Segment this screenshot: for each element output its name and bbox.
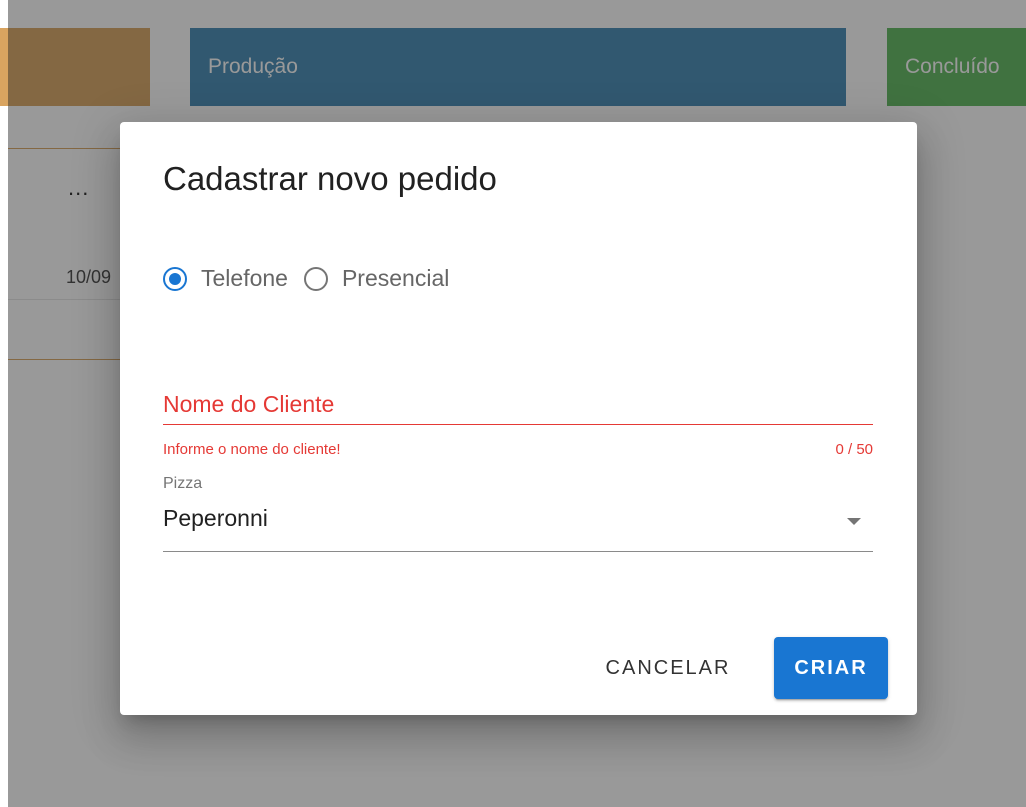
cancel-button[interactable]: CANCELAR xyxy=(593,637,743,699)
new-order-dialog: Cadastrar novo pedido Telefone Presencia… xyxy=(120,122,917,715)
customer-name-error: Informe o nome do cliente! xyxy=(163,441,341,458)
radio-checked-icon[interactable] xyxy=(163,266,187,291)
customer-name-counter: 0 / 50 xyxy=(835,441,873,458)
customer-name-hint-row: Informe o nome do cliente! 0 / 50 xyxy=(163,441,873,458)
customer-name-input[interactable] xyxy=(163,384,873,425)
radio-label-telefone[interactable]: Telefone xyxy=(201,265,288,292)
order-type-radio-group: Telefone Presencial xyxy=(163,265,465,292)
radio-unchecked-icon[interactable] xyxy=(303,266,328,291)
radio-telefone[interactable]: Telefone xyxy=(163,265,288,292)
create-button[interactable]: CRIAR xyxy=(774,637,888,699)
dialog-title: Cadastrar novo pedido xyxy=(163,160,497,197)
radio-presencial[interactable]: Presencial xyxy=(303,265,449,292)
pizza-select-value[interactable]: Peperonni xyxy=(163,505,268,532)
pizza-select-label: Pizza xyxy=(163,475,203,492)
radio-label-presencial[interactable]: Presencial xyxy=(342,265,449,292)
pizza-select[interactable]: Pizza Peperonni xyxy=(163,475,873,552)
chevron-down-icon[interactable] xyxy=(847,518,861,525)
customer-name-field xyxy=(163,384,873,425)
